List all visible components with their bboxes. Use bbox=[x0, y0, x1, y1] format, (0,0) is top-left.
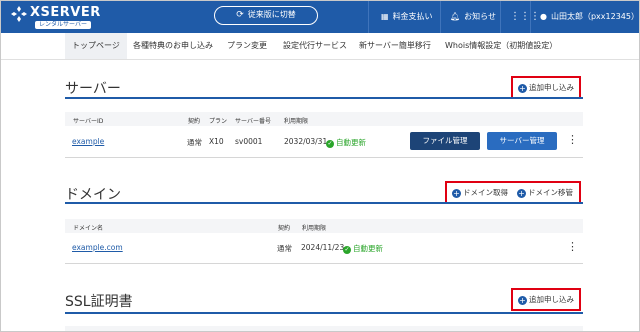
nav-tab-benefits[interactable]: 各種特典のお申し込み bbox=[133, 33, 213, 59]
server-number: sv0001 bbox=[235, 137, 263, 146]
column-header: プラン bbox=[209, 118, 228, 125]
nav-tab-migration[interactable]: 新サーバー簡単移行 bbox=[359, 33, 431, 59]
plus-circle-icon: + bbox=[517, 189, 526, 198]
server-section-title: サーバー bbox=[65, 81, 121, 97]
column-header: 利用期限 bbox=[284, 118, 309, 125]
xserver-logo[interactable]: XSERVER レンタルサーバー bbox=[11, 5, 131, 31]
domain-get-label: ドメイン取得 bbox=[463, 188, 508, 197]
domain-name-link[interactable]: example.com bbox=[72, 243, 123, 252]
file-manager-button[interactable]: ファイル管理 bbox=[410, 132, 480, 150]
domain-contract: 通常 bbox=[277, 244, 292, 253]
server-add-link[interactable]: + 追加申し込み bbox=[518, 82, 574, 93]
section-divider bbox=[65, 202, 583, 204]
header-divider bbox=[440, 1, 441, 33]
row-divider bbox=[65, 157, 583, 158]
xserver-logo-icon bbox=[11, 6, 27, 22]
table-header-row bbox=[65, 326, 583, 331]
ssl-add-link[interactable]: + 追加申し込み bbox=[518, 294, 574, 305]
page-frame: XSERVER レンタルサーバー ⟳ 従来版に切替 ▦ 料金支払い 🔔︎ お知らせ ⋮… bbox=[0, 0, 640, 332]
logo-text: XSERVER bbox=[30, 5, 101, 20]
app-grid-icon[interactable]: ⋮⋮⋮ bbox=[510, 1, 540, 33]
payment-link[interactable]: ▦ 料金支払い bbox=[381, 1, 433, 33]
header-divider bbox=[530, 1, 531, 33]
domain-section-title: ドメイン bbox=[65, 187, 121, 203]
user-menu[interactable]: ● 山田太郎（pxx12345） bbox=[540, 1, 639, 33]
column-header: 契約 bbox=[278, 225, 291, 232]
server-auto-renew: ✓ 自動更新 bbox=[326, 137, 366, 148]
more-menu-icon[interactable]: ⋮ bbox=[567, 134, 578, 145]
table-header-row bbox=[65, 112, 583, 126]
bell-icon: 🔔︎ bbox=[450, 12, 461, 21]
section-divider bbox=[65, 312, 583, 314]
plus-circle-icon: + bbox=[518, 84, 527, 93]
nav-tab-plan-change[interactable]: プラン変更 bbox=[227, 33, 267, 59]
notice-link[interactable]: 🔔︎ お知らせ bbox=[450, 1, 496, 33]
server-add-label: 追加申し込み bbox=[529, 83, 574, 92]
domain-transfer-label: ドメイン移管 bbox=[528, 188, 573, 197]
ssl-add-label: 追加申し込み bbox=[529, 295, 574, 304]
domain-expiry: 2024/11/23 bbox=[301, 243, 345, 252]
header-divider bbox=[500, 1, 501, 33]
nav-tab-whois[interactable]: Whois情報設定（初期値設定） bbox=[445, 33, 557, 59]
user-label: 山田太郎（pxx12345） bbox=[550, 12, 639, 21]
section-divider bbox=[65, 97, 583, 99]
nav-tab-top[interactable]: トップページ bbox=[65, 33, 127, 59]
check-circle-icon: ✓ bbox=[343, 246, 351, 254]
refresh-icon: ⟳ bbox=[236, 10, 244, 20]
ssl-section-title: SSL証明書 bbox=[65, 294, 133, 310]
check-circle-icon: ✓ bbox=[326, 140, 334, 148]
server-contract: 通常 bbox=[187, 138, 202, 147]
server-auto-renew-label: 自動更新 bbox=[336, 138, 366, 147]
domain-transfer-link[interactable]: + ドメイン移管 bbox=[517, 187, 573, 198]
column-header: 利用期限 bbox=[302, 225, 327, 232]
column-header: 契約 bbox=[188, 118, 201, 125]
user-icon: ● bbox=[540, 12, 547, 21]
domain-get-link[interactable]: + ドメイン取得 bbox=[452, 187, 508, 198]
top-header: XSERVER レンタルサーバー ⟳ 従来版に切替 ▦ 料金支払い 🔔︎ お知らせ ⋮… bbox=[1, 1, 639, 33]
row-divider bbox=[65, 263, 583, 264]
logo-subtitle: レンタルサーバー bbox=[35, 21, 91, 29]
server-expiry: 2032/03/31 bbox=[284, 137, 328, 146]
server-manager-button[interactable]: サーバー管理 bbox=[487, 132, 557, 150]
plus-circle-icon: + bbox=[518, 296, 527, 305]
domain-auto-renew: ✓ 自動更新 bbox=[343, 243, 383, 254]
header-divider bbox=[368, 1, 369, 33]
server-plan: X10 bbox=[209, 137, 224, 146]
server-id-link[interactable]: example bbox=[72, 137, 104, 146]
column-header: サーバーID bbox=[73, 118, 104, 125]
column-header: サーバー番号 bbox=[235, 118, 271, 125]
switch-legacy-label: 従来版に切替 bbox=[247, 10, 296, 19]
payment-icon: ▦ bbox=[381, 12, 389, 21]
switch-legacy-button[interactable]: ⟳ 従来版に切替 bbox=[214, 6, 318, 25]
payment-label: 料金支払い bbox=[392, 12, 433, 21]
column-header: ドメイン名 bbox=[73, 225, 104, 232]
notice-label: お知らせ bbox=[464, 12, 496, 21]
plus-circle-icon: + bbox=[452, 189, 461, 198]
more-menu-icon[interactable]: ⋮ bbox=[567, 241, 578, 252]
main-nav: トップページ 各種特典のお申し込み プラン変更 設定代行サービス 新サーバー簡単… bbox=[1, 33, 639, 60]
domain-auto-renew-label: 自動更新 bbox=[353, 244, 383, 253]
nav-tab-setup-service[interactable]: 設定代行サービス bbox=[283, 33, 347, 59]
